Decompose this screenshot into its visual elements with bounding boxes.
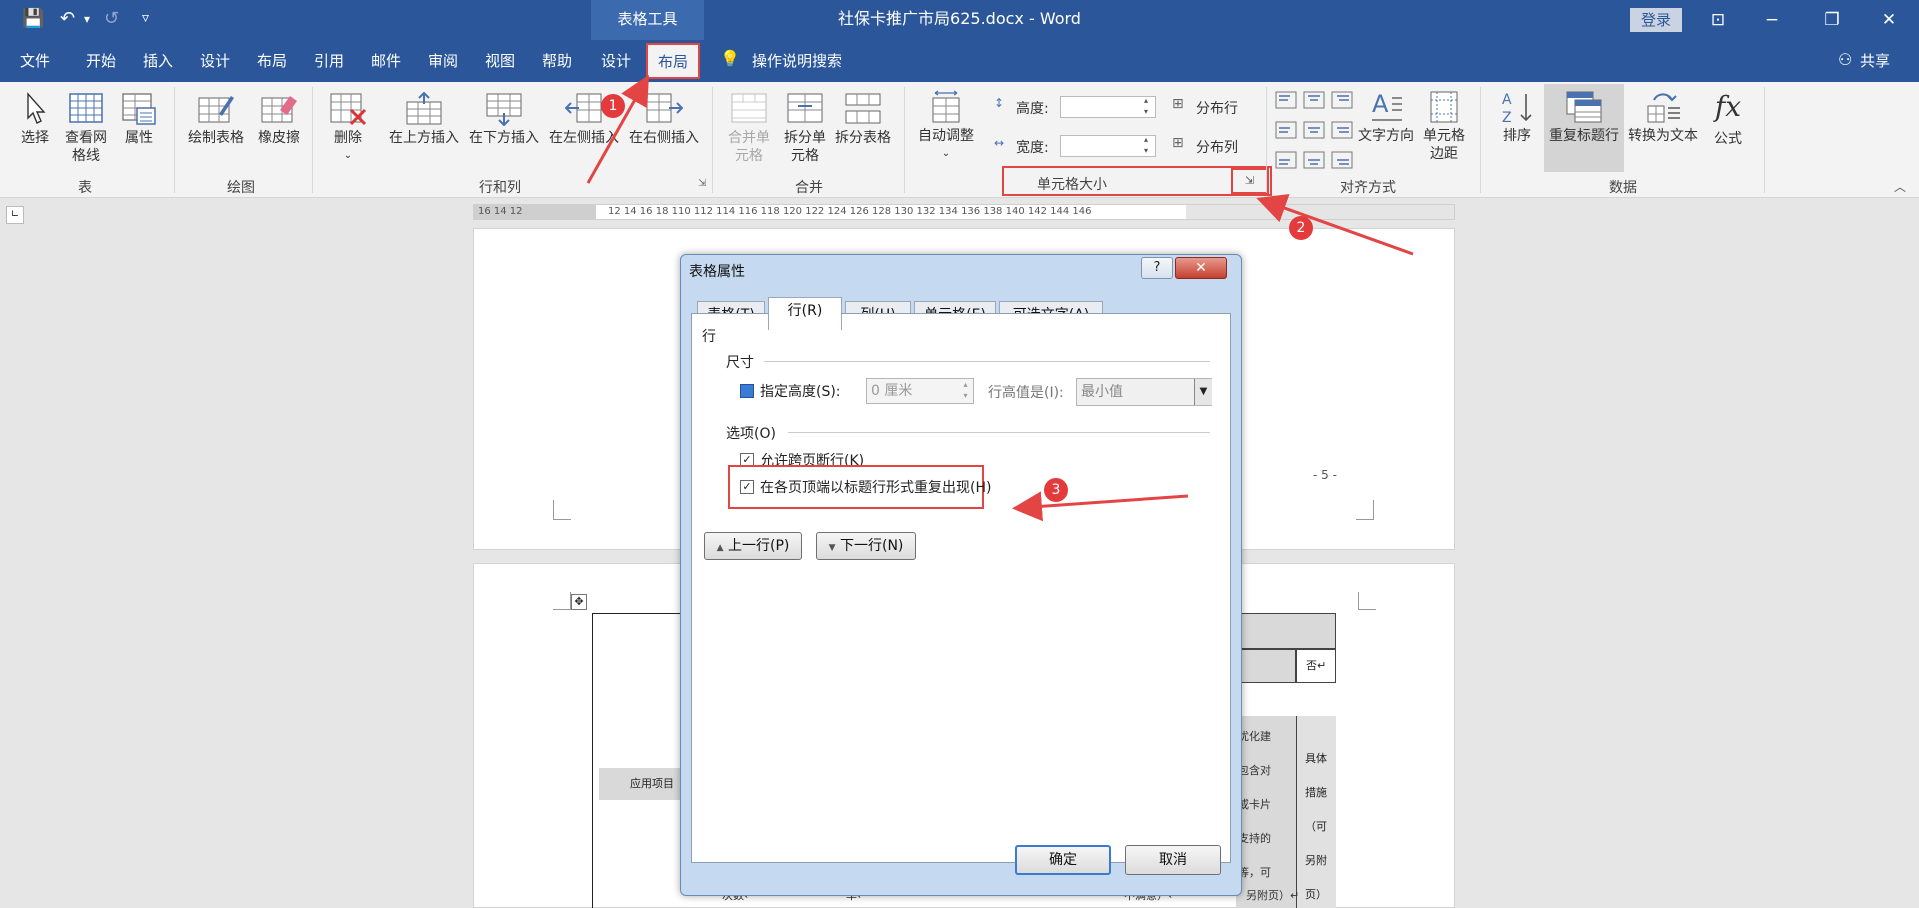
step-1-badge: 1: [601, 94, 625, 118]
step-2-badge: 2: [1289, 216, 1313, 240]
step-3-badge: 3: [1044, 478, 1068, 502]
tab-row[interactable]: 行(R): [768, 297, 842, 330]
annotation-arrows: [586, 74, 1414, 522]
